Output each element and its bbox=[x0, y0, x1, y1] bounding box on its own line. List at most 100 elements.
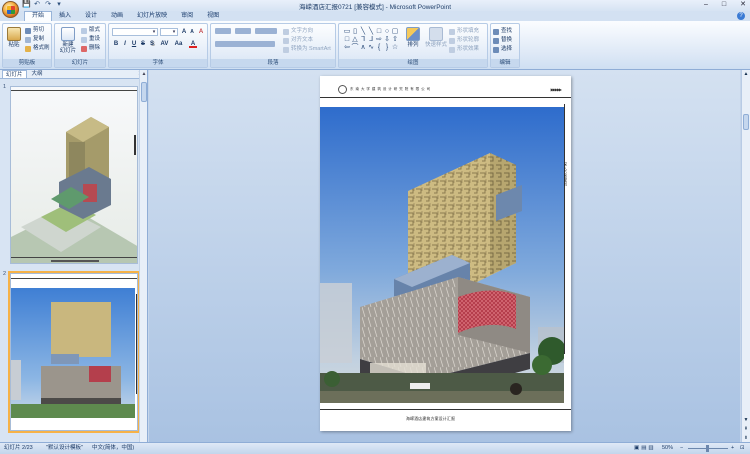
tab-animations[interactable]: 动画 bbox=[104, 11, 130, 21]
font-label: 字体 bbox=[109, 59, 207, 67]
editing-group: 查找 替换 选择 编辑 bbox=[490, 23, 520, 68]
font-name-combo[interactable]: ▾ bbox=[112, 28, 158, 36]
tab-view[interactable]: 视图 bbox=[200, 11, 226, 21]
align-icon bbox=[215, 41, 275, 47]
save-icon[interactable]: 💾 bbox=[22, 1, 31, 9]
fit-window-icon[interactable]: ⊡ bbox=[740, 443, 745, 454]
tab-review[interactable]: 审阅 bbox=[174, 11, 200, 21]
quick-styles-button[interactable]: 快速样式 bbox=[425, 27, 447, 48]
title-bar: 海嵘酒店汇报0721 [兼容模式] - Microsoft PowerPoint… bbox=[0, 0, 750, 11]
shape-effects-button[interactable]: 形状效果 bbox=[449, 46, 479, 53]
font-size-combo[interactable]: ▾ bbox=[160, 28, 178, 36]
tab-outline[interactable]: 大纲 bbox=[29, 70, 46, 78]
tab-insert[interactable]: 插入 bbox=[52, 11, 78, 21]
find-button[interactable]: 查找 bbox=[493, 28, 512, 35]
undo-icon[interactable]: ↶ bbox=[33, 1, 41, 9]
slide-thumbnail-selected[interactable] bbox=[8, 271, 140, 433]
brace-open-icon: { bbox=[377, 44, 381, 51]
quick-styles-icon bbox=[429, 27, 443, 41]
new-slide-button[interactable]: 新建 幻灯片 bbox=[57, 27, 79, 54]
rounded-rect-shape-icon: ▢ bbox=[391, 28, 399, 35]
select-button[interactable]: 选择 bbox=[493, 46, 512, 53]
copy-button[interactable]: 复制 bbox=[25, 36, 44, 43]
tab-home[interactable]: 开始 bbox=[24, 11, 53, 21]
underline-button[interactable]: U bbox=[130, 40, 138, 48]
window-controls: – □ ✕ bbox=[704, 0, 746, 10]
tab-slideshow[interactable]: 幻灯片放映 bbox=[130, 11, 174, 21]
scroll-thumb[interactable] bbox=[743, 114, 749, 130]
pane-scrollbar[interactable]: ▲ bbox=[139, 70, 147, 442]
scroll-thumb[interactable] bbox=[141, 82, 147, 102]
tab-slides[interactable]: 幻灯片 bbox=[2, 70, 27, 78]
grow-font-button[interactable]: A bbox=[180, 28, 188, 36]
redo-icon[interactable]: ↷ bbox=[44, 1, 52, 9]
main-scrollbar[interactable]: ▲ ▼ ⇞ ⇟ bbox=[741, 70, 750, 442]
arrange-button[interactable]: 排列 bbox=[403, 27, 423, 48]
more-shapes-icon: ⇧ bbox=[392, 36, 398, 43]
customize-qat-icon[interactable]: ▾ bbox=[55, 1, 63, 9]
bullets-button[interactable] bbox=[215, 28, 231, 34]
next-slide-icon[interactable]: ⇟ bbox=[742, 434, 750, 442]
scissors-icon bbox=[25, 27, 31, 34]
replace-button[interactable]: 替换 bbox=[493, 37, 512, 44]
format-painter-button[interactable]: 格式刷 bbox=[25, 45, 50, 52]
align-text-button[interactable]: 对齐文本 bbox=[283, 37, 313, 44]
shrink-font-button[interactable]: A bbox=[188, 28, 196, 36]
layout-button[interactable]: 版式 bbox=[81, 27, 100, 34]
slide-thumbnail[interactable] bbox=[10, 86, 138, 264]
shadow-button[interactable]: S bbox=[148, 40, 156, 48]
language-status[interactable]: 中文(简体，中国) bbox=[92, 443, 134, 454]
shapes-gallery[interactable]: ▭ ▯ ╲ ╲ □ ○ ▢ □ △ ᒣ ᒧ ⇨ ⇩ ⇧ ⇦ ⌒ ∧ ∿ { } … bbox=[343, 28, 399, 52]
office-button[interactable] bbox=[2, 1, 19, 18]
chevron-down-icon: ▾ bbox=[172, 29, 176, 35]
curve-shape-icon: ⌒ bbox=[351, 44, 359, 51]
font-color-button[interactable]: A bbox=[189, 40, 197, 48]
zoom-out-button[interactable]: − bbox=[680, 443, 683, 454]
align-buttons[interactable] bbox=[215, 41, 275, 47]
bold-button[interactable]: B bbox=[112, 40, 120, 48]
maximize-button[interactable]: □ bbox=[722, 0, 726, 10]
clear-format-button[interactable]: A bbox=[197, 28, 205, 36]
text-direction-button[interactable]: 文字方向 bbox=[283, 28, 313, 35]
elbow-shape-icon: ᒣ bbox=[360, 36, 366, 43]
char-spacing-button[interactable]: AV bbox=[159, 40, 170, 48]
arrange-icon bbox=[406, 27, 420, 41]
slides-group: 新建 幻灯片 版式 重设 删除 幻灯片 bbox=[54, 23, 106, 68]
numbering-icon bbox=[235, 28, 251, 34]
slide-number: 1 bbox=[3, 84, 7, 90]
change-case-button[interactable]: Aa bbox=[173, 40, 184, 48]
line-shape-icon: ╲ bbox=[360, 28, 366, 35]
strikethrough-button[interactable]: S bbox=[139, 40, 147, 48]
close-button[interactable]: ✕ bbox=[740, 0, 746, 10]
office-logo-icon bbox=[7, 6, 15, 14]
zoom-slider-handle[interactable] bbox=[706, 445, 709, 452]
connector-shape-icon: ᒧ bbox=[368, 36, 374, 43]
scroll-down-icon[interactable]: ▼ bbox=[742, 416, 750, 424]
scroll-up-icon[interactable]: ▲ bbox=[742, 70, 750, 78]
zoom-level[interactable]: 50% bbox=[662, 443, 673, 454]
ribbon: 粘贴 剪切 复制 格式刷 剪贴板 新建 幻灯片 版式 重设 删除 幻灯片 ▾ ▾… bbox=[0, 21, 750, 70]
minimize-button[interactable]: – bbox=[704, 0, 708, 10]
reset-button[interactable]: 重设 bbox=[81, 36, 100, 43]
current-slide[interactable]: 东 南 大 学 建 筑 设 计 研 究 院 有 限 公 司 ▶▶▶▶▶ 深入方案… bbox=[320, 76, 571, 431]
numbering-button[interactable] bbox=[235, 28, 251, 34]
clipboard-group: 粘贴 剪切 复制 格式刷 剪贴板 bbox=[2, 23, 52, 68]
tab-design[interactable]: 设计 bbox=[78, 11, 104, 21]
shape-outline-button[interactable]: 形状轮廓 bbox=[449, 37, 479, 44]
smartart-button[interactable]: 转换为 SmartArt bbox=[283, 46, 331, 53]
italic-button[interactable]: I bbox=[121, 40, 129, 48]
align-text-icon bbox=[283, 37, 289, 44]
cut-button[interactable]: 剪切 bbox=[25, 27, 44, 34]
delete-slide-button[interactable]: 删除 bbox=[81, 45, 100, 52]
clipboard-label: 剪贴板 bbox=[3, 59, 51, 67]
indent-button[interactable] bbox=[255, 28, 277, 34]
view-buttons-icon[interactable]: ▣▤▥ bbox=[634, 443, 656, 454]
paste-button[interactable]: 粘贴 bbox=[4, 27, 24, 48]
prev-slide-icon[interactable]: ⇞ bbox=[742, 425, 750, 433]
status-bar: 幻灯片 2/23 "默认设计模板" 中文(简体，中国) ▣▤▥ 50% − + … bbox=[0, 442, 750, 454]
scroll-up-icon[interactable]: ▲ bbox=[140, 70, 148, 78]
zoom-in-button[interactable]: + bbox=[731, 443, 734, 454]
help-icon[interactable]: ? bbox=[737, 12, 745, 20]
reset-icon bbox=[81, 36, 87, 43]
shape-fill-button[interactable]: 形状填充 bbox=[449, 28, 479, 35]
